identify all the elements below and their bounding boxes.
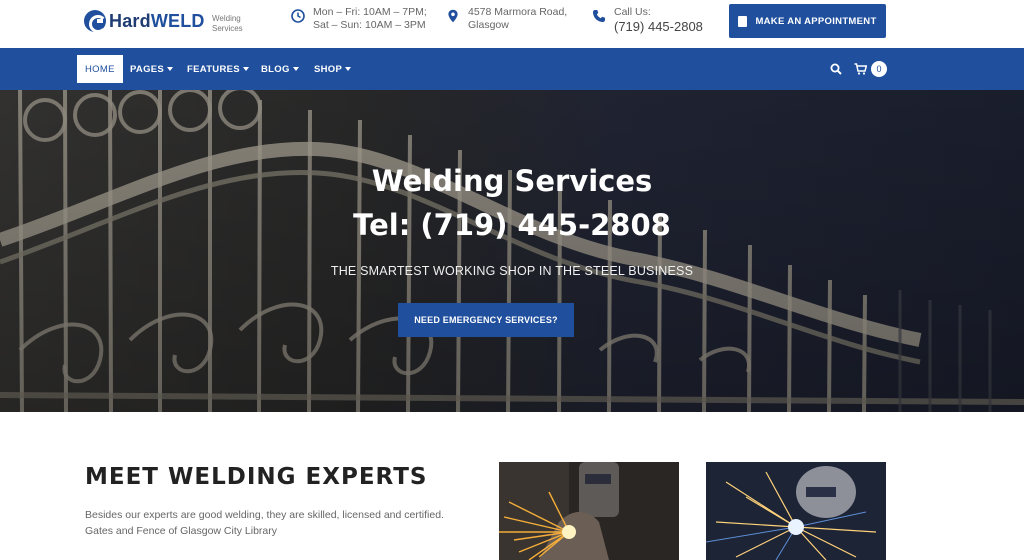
logo-mark-icon	[84, 10, 107, 33]
section-title: MEET WELDING EXPERTS	[85, 464, 428, 490]
search-icon	[830, 63, 842, 75]
chevron-down-icon	[167, 67, 174, 71]
logo-tagline: Welding Services	[212, 14, 243, 33]
phone-info: Call Us: (719) 445-2808	[592, 6, 703, 34]
nav-item-shop-label: SHOP	[314, 63, 343, 75]
hours-line-1: Mon – Fri: 10AM – 7PM;	[313, 6, 427, 18]
hero-title: Welding Services	[371, 164, 653, 198]
hero-phone-title: Tel: (719) 445-2808	[353, 208, 671, 242]
location-pin-icon	[448, 9, 458, 23]
section-description: Besides our experts are good welding, th…	[85, 509, 444, 537]
logo-name-part-a: Hard	[109, 10, 151, 31]
cart-icon	[854, 63, 867, 75]
make-appointment-label: MAKE AN APPOINTMENT	[755, 15, 877, 27]
calendar-icon	[738, 15, 748, 27]
address-info: 4578 Marmora Road, Glasgow	[446, 6, 567, 32]
hours-line-2: Sat – Sun: 10AM – 3PM	[313, 19, 426, 31]
nav-item-blog-label: BLOG	[261, 63, 290, 75]
nav-item-features[interactable]: FEATURES	[187, 55, 249, 83]
logo-text: HardWELD	[109, 11, 205, 32]
make-appointment-button[interactable]: MAKE AN APPOINTMENT	[729, 4, 886, 38]
nav-item-shop[interactable]: SHOP	[314, 55, 352, 83]
hero-subtitle: THE SMARTEST WORKING SHOP IN THE STEEL B…	[330, 264, 694, 278]
address-line-2: Glasgow	[468, 19, 509, 31]
hero-overlay	[0, 90, 1024, 412]
logo[interactable]: HardWELD Welding Services	[84, 10, 243, 33]
cart-count-badge: 0	[871, 61, 887, 77]
nav-item-features-label: FEATURES	[187, 63, 240, 75]
nav-item-home[interactable]: HOME	[77, 55, 123, 83]
cart-button[interactable]: 0	[854, 48, 887, 90]
nav-item-home-label: HOME	[85, 63, 115, 75]
nav-item-pages-label: PAGES	[130, 63, 165, 75]
phone-number[interactable]: (719) 445-2808	[614, 19, 703, 34]
welding-photo-2	[706, 462, 886, 560]
chevron-down-icon	[292, 67, 299, 71]
phone-label: Call Us:	[614, 6, 651, 18]
logo-name-part-b: WELD	[150, 10, 205, 31]
emergency-services-button[interactable]: NEED EMERGENCY SERVICES?	[398, 303, 574, 337]
address-line-1: 4578 Marmora Road,	[468, 6, 568, 18]
phone-icon	[593, 10, 605, 22]
chevron-down-icon	[345, 67, 352, 71]
clock-icon	[291, 9, 305, 23]
main-nav: HOME PAGES FEATURES BLOG SHOP 0	[0, 48, 1024, 90]
hours-info: Mon – Fri: 10AM – 7PM; Sat – Sun: 10AM –…	[291, 6, 427, 32]
search-button[interactable]	[830, 48, 842, 90]
top-header: HardWELD Welding Services Mon – Fri: 10A…	[0, 0, 1024, 48]
chevron-down-icon	[242, 67, 249, 71]
nav-item-pages[interactable]: PAGES	[130, 55, 174, 83]
hero-banner: Welding Services Tel: (719) 445-2808 THE…	[0, 90, 1024, 412]
nav-item-blog[interactable]: BLOG	[261, 55, 299, 83]
welding-photo-1	[499, 462, 679, 560]
